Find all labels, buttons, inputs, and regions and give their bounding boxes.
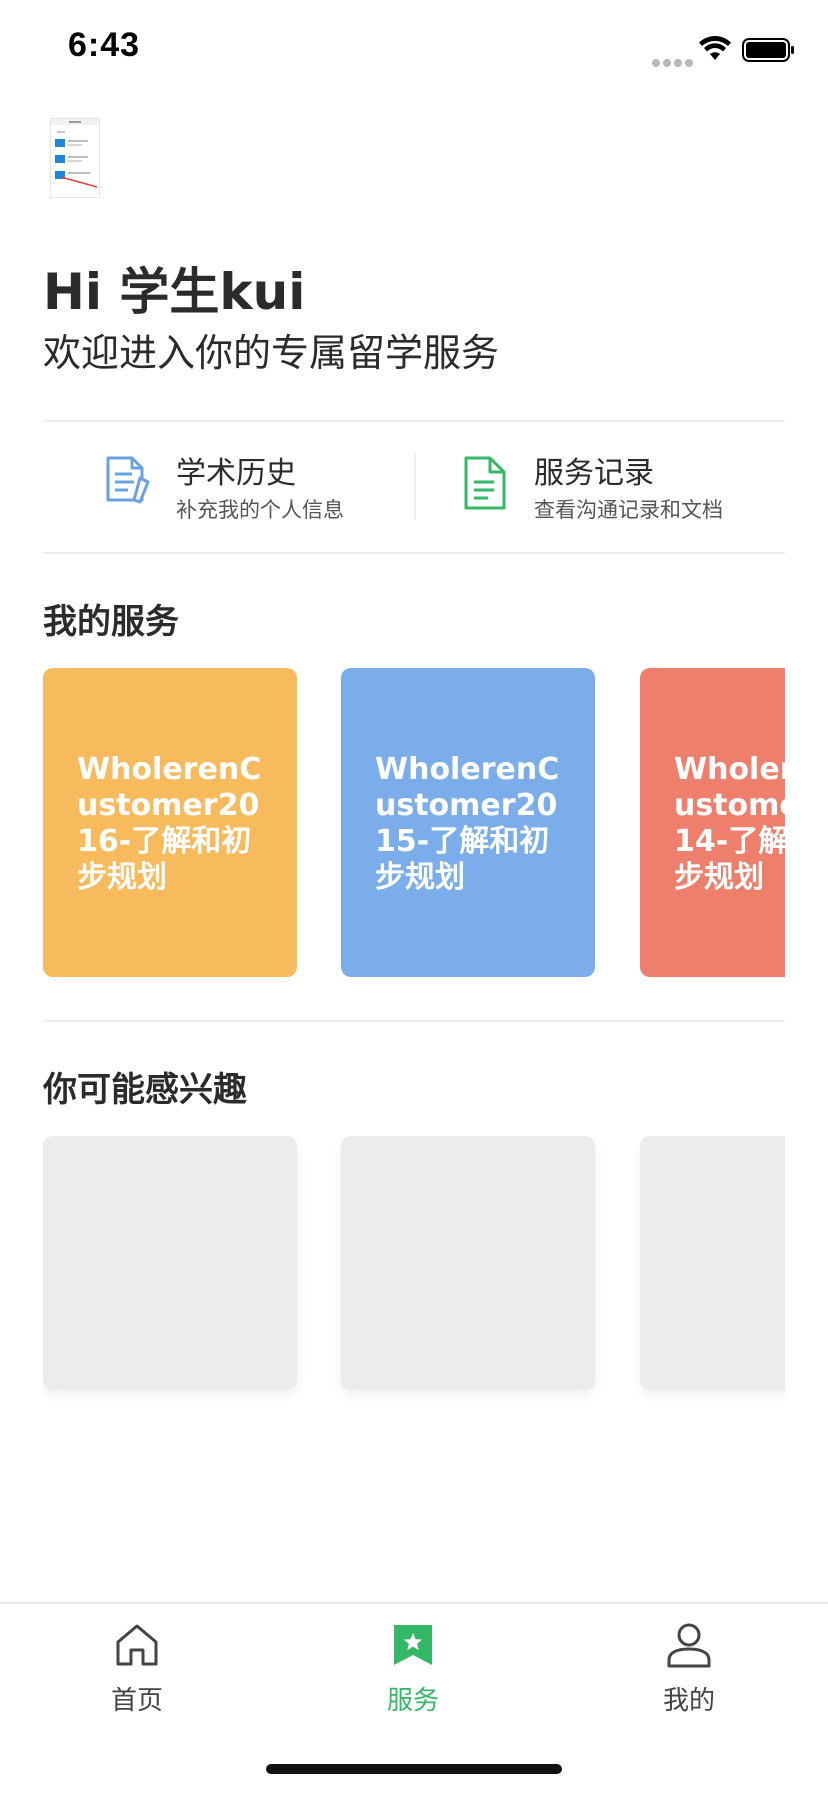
home-icon [116, 1624, 158, 1666]
status-time: 6:43 [68, 26, 141, 64]
avatar-image [51, 119, 99, 188]
greeting-title: Hi 学生kui [43, 263, 306, 321]
service-card[interactable]: WholerenCustomer2014-了解和初步规划 [640, 668, 785, 977]
academic-history-link[interactable]: 学术历史 补充我的个人信息 [104, 440, 404, 530]
wifi-icon [699, 36, 731, 60]
divider [43, 552, 785, 554]
tab-home-label: 首页 [110, 1686, 163, 1716]
tab-home[interactable]: 首页 [77, 1622, 197, 1717]
service-record-link[interactable]: 服务记录 查看沟通记录和文档 [462, 440, 782, 530]
tab-service[interactable]: 服务 [353, 1622, 473, 1717]
service-document-icon [464, 456, 506, 510]
battery-icon [742, 38, 794, 62]
service-card-title: WholerenCustomer2016-了解和初步规划 [77, 752, 262, 895]
person-icon [667, 1623, 711, 1668]
academic-document-icon [106, 456, 150, 504]
tab-service-label: 服务 [386, 1686, 439, 1716]
welcome-subtitle: 欢迎进入你的专属留学服务 [43, 331, 500, 375]
avatar[interactable] [50, 118, 100, 198]
bookmark-star-icon [394, 1625, 432, 1665]
interest-card-placeholder[interactable] [640, 1136, 785, 1390]
service-record-title: 服务记录 [534, 456, 654, 491]
home-indicator[interactable] [266, 1764, 562, 1774]
status-bar: 6:43 [0, 0, 828, 100]
interests-title: 你可能感兴趣 [43, 1070, 247, 1110]
service-record-subtitle: 查看沟通记录和文档 [534, 498, 723, 522]
interests-carousel[interactable] [43, 1136, 785, 1406]
divider [43, 1020, 785, 1022]
my-services-title: 我的服务 [43, 602, 179, 642]
service-card-title: WholerenCustomer2014-了解和初步规划 [674, 752, 785, 895]
quick-link-separator [414, 452, 416, 520]
divider [43, 420, 785, 422]
interest-card-placeholder[interactable] [43, 1136, 297, 1390]
tab-mine-label: 我的 [662, 1686, 715, 1716]
services-carousel[interactable]: WholerenCustomer2016-了解和初步规划 WholerenCus… [43, 668, 785, 980]
cellular-signal-icon [652, 52, 696, 71]
service-card[interactable]: WholerenCustomer2015-了解和初步规划 [341, 668, 595, 977]
academic-history-subtitle: 补充我的个人信息 [176, 498, 344, 522]
service-card-title: WholerenCustomer2015-了解和初步规划 [375, 752, 560, 895]
tab-mine[interactable]: 我的 [629, 1622, 749, 1717]
service-card[interactable]: WholerenCustomer2016-了解和初步规划 [43, 668, 297, 977]
academic-history-title: 学术历史 [176, 456, 296, 491]
interest-card-placeholder[interactable] [341, 1136, 595, 1390]
